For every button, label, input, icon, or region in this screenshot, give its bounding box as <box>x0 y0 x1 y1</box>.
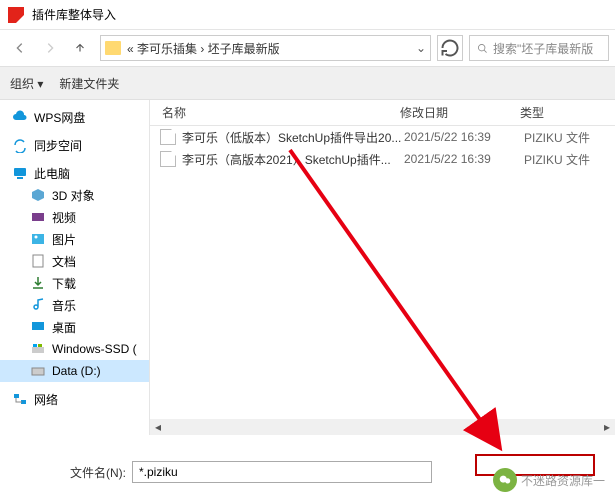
pictures-icon <box>30 231 46 247</box>
sync-icon <box>12 137 28 153</box>
sidebar-item-network[interactable]: 网络 <box>0 388 149 410</box>
sidebar-item-music[interactable]: 音乐 <box>0 294 149 316</box>
drive-icon <box>30 363 46 379</box>
music-icon <box>30 297 46 313</box>
documents-icon <box>30 253 46 269</box>
column-type[interactable]: 类型 <box>520 104 615 121</box>
organize-menu[interactable]: 组织 ▾ <box>10 75 43 92</box>
up-button[interactable] <box>66 34 94 62</box>
filename-label: 文件名(N): <box>70 464 126 481</box>
sidebar-item-thispc[interactable]: 此电脑 <box>0 162 149 184</box>
scroll-left-icon[interactable]: ◂ <box>150 419 166 435</box>
download-icon <box>30 275 46 291</box>
sidebar: WPS网盘 同步空间 此电脑 3D 对象 视频 图片 文档 下载 音乐 桌面 W… <box>0 100 150 435</box>
sidebar-item-3d[interactable]: 3D 对象 <box>0 184 149 206</box>
sidebar-item-documents[interactable]: 文档 <box>0 250 149 272</box>
cube-icon <box>30 187 46 203</box>
column-date[interactable]: 修改日期 <box>400 104 520 121</box>
desktop-icon <box>30 319 46 335</box>
drive-icon <box>30 341 46 357</box>
sidebar-item-datad[interactable]: Data (D:) <box>0 360 149 382</box>
refresh-button[interactable] <box>437 35 463 61</box>
watermark: 不迷路资源库一 <box>493 468 605 492</box>
search-input[interactable]: 搜索"坯子库最新版 <box>469 35 609 61</box>
sidebar-item-sync[interactable]: 同步空间 <box>0 134 149 156</box>
horizontal-scrollbar[interactable]: ◂ ▸ <box>150 419 615 435</box>
file-icon <box>160 151 176 167</box>
folder-icon <box>105 41 121 55</box>
video-icon <box>30 209 46 225</box>
column-name[interactable]: 名称 <box>150 104 400 121</box>
back-button[interactable] <box>6 34 34 62</box>
scroll-right-icon[interactable]: ▸ <box>599 419 615 435</box>
sidebar-item-video[interactable]: 视频 <box>0 206 149 228</box>
breadcrumb: « 李可乐插集 › 坯子库最新版 <box>127 40 412 57</box>
sidebar-item-winssd[interactable]: Windows-SSD ( <box>0 338 149 360</box>
app-icon <box>8 7 24 23</box>
search-placeholder: 搜索"坯子库最新版 <box>493 40 593 57</box>
pc-icon <box>12 165 28 181</box>
file-row[interactable]: 李可乐（高版本2021）SketchUp插件... 2021/5/22 16:3… <box>150 148 615 170</box>
sidebar-item-wps[interactable]: WPS网盘 <box>0 106 149 128</box>
file-list: 名称 修改日期 类型 李可乐（低版本）SketchUp插件导出20... 202… <box>150 100 615 435</box>
sidebar-item-desktop[interactable]: 桌面 <box>0 316 149 338</box>
wechat-icon <box>493 468 517 492</box>
filename-input[interactable] <box>132 461 432 483</box>
cloud-icon <box>12 109 28 125</box>
window-title: 插件库整体导入 <box>32 6 116 23</box>
sidebar-item-pictures[interactable]: 图片 <box>0 228 149 250</box>
file-row[interactable]: 李可乐（低版本）SketchUp插件导出20... 2021/5/22 16:3… <box>150 126 615 148</box>
newfolder-button[interactable]: 新建文件夹 <box>59 75 119 92</box>
address-bar[interactable]: « 李可乐插集 › 坯子库最新版 ⌄ <box>100 35 431 61</box>
forward-button[interactable] <box>36 34 64 62</box>
file-icon <box>160 129 176 145</box>
network-icon <box>12 391 28 407</box>
sidebar-item-downloads[interactable]: 下载 <box>0 272 149 294</box>
chevron-down-icon[interactable]: ⌄ <box>416 41 426 55</box>
